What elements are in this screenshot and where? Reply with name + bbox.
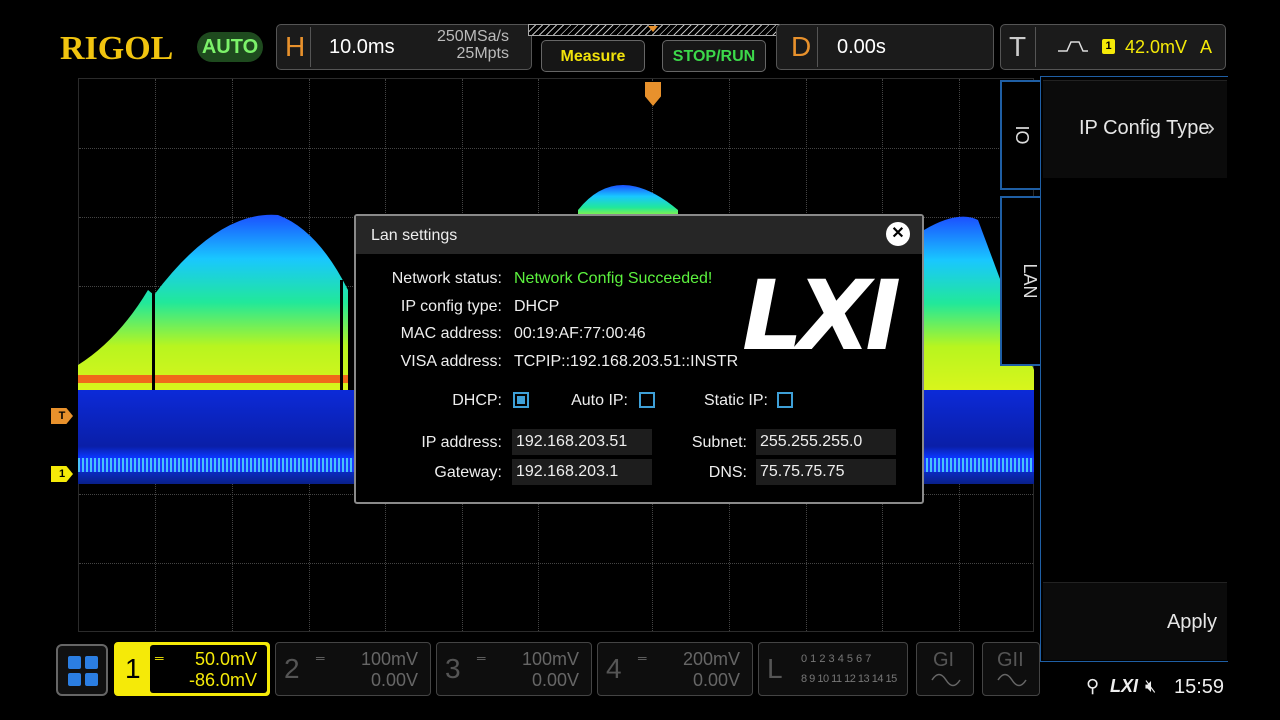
menu-ip-config-type-label: IP Config Type bbox=[1079, 117, 1210, 139]
lan-settings-dialog: Lan settings ✕ Network status: Network C… bbox=[354, 214, 924, 504]
dc-coupling-icon: ═ bbox=[155, 651, 164, 665]
channel-1-button[interactable]: 1 ═ 50.0mV -86.0mV bbox=[114, 642, 270, 696]
stop-run-button[interactable]: STOP/RUN bbox=[662, 40, 766, 72]
tab-io[interactable]: IO bbox=[1000, 80, 1040, 190]
generator-1-label: GI bbox=[933, 649, 955, 671]
dc-coupling-icon: ═ bbox=[477, 651, 486, 665]
usb-icon: ⚲ bbox=[1086, 676, 1100, 696]
mac-address-label: MAC address: bbox=[400, 325, 502, 342]
logic-label: L bbox=[767, 653, 783, 684]
ip-config-type-value: DHCP bbox=[514, 298, 560, 315]
rising-edge-icon bbox=[1058, 41, 1088, 52]
speaker-muted-icon[interactable]: 🔇︎ bbox=[1145, 676, 1156, 697]
lxi-logo: LXI bbox=[742, 260, 901, 372]
sine-wave-icon bbox=[997, 673, 1027, 687]
tab-lan[interactable]: LAN bbox=[1000, 196, 1040, 366]
static-ip-checkbox[interactable] bbox=[777, 392, 793, 408]
channel-1-scale: 50.0mV bbox=[194, 649, 257, 669]
delay-value: 0.00s bbox=[837, 36, 886, 58]
dhcp-checkbox[interactable] bbox=[513, 392, 529, 408]
channel-2-offset: 0.00V bbox=[370, 670, 418, 690]
generator-2-button[interactable]: GII bbox=[982, 642, 1040, 696]
logic-channels-row1: 0 1 2 3 4 5 6 7 bbox=[801, 653, 872, 665]
channel-2-button[interactable]: 2 ═ 100mV 0.00V bbox=[275, 642, 431, 696]
trigger-panel[interactable]: T 1 42.0mV A bbox=[1000, 24, 1226, 70]
auto-ip-checkbox[interactable] bbox=[639, 392, 655, 408]
trigger-level: 42.0mV bbox=[1125, 37, 1188, 57]
apps-grid-icon[interactable] bbox=[56, 644, 108, 696]
dc-coupling-icon: ═ bbox=[316, 651, 325, 665]
sample-rate: 250MSa/s bbox=[436, 28, 509, 45]
apply-label: Apply bbox=[1166, 611, 1217, 633]
dc-coupling-icon: ═ bbox=[638, 651, 647, 665]
delay-tag: D bbox=[791, 31, 812, 62]
channel-4-scale: 200mV bbox=[682, 649, 740, 669]
network-status-value: Network Config Succeeded! bbox=[514, 270, 713, 287]
visa-address-label: VISA address: bbox=[400, 353, 502, 370]
channel-3-scale: 100mV bbox=[521, 649, 579, 669]
channel-4-button[interactable]: 4 ═ 200mV 0.00V bbox=[597, 642, 753, 696]
channel-2-number: 2 bbox=[284, 653, 300, 684]
ip-config-type-label: IP config type: bbox=[400, 298, 502, 315]
channel-4-number: 4 bbox=[606, 653, 622, 684]
horizontal-panel[interactable]: H 10.0ms 250MSa/s 25Mpts bbox=[276, 24, 532, 70]
auto-button[interactable]: AUTO bbox=[197, 32, 263, 62]
apply-button[interactable]: Apply bbox=[1043, 582, 1227, 660]
channel1-offset-marker[interactable]: 1 bbox=[51, 466, 73, 482]
channel-1-offset: -86.0mV bbox=[188, 670, 257, 690]
mac-address-value: 00:19:AF:77:00:46 bbox=[514, 325, 646, 342]
generator-1-button[interactable]: GI bbox=[916, 642, 974, 696]
trigger-mode: A bbox=[1200, 37, 1213, 57]
trigger-level-marker[interactable]: T bbox=[51, 408, 73, 424]
close-icon[interactable]: ✕ bbox=[886, 222, 910, 246]
timebase-value: 10.0ms bbox=[329, 36, 395, 58]
lxi-status-icon: LXI bbox=[1110, 676, 1139, 696]
sine-wave-icon bbox=[931, 673, 961, 687]
measure-button[interactable]: Measure bbox=[541, 40, 645, 72]
chevron-right-icon: › bbox=[1207, 114, 1215, 141]
dhcp-label: DHCP: bbox=[452, 392, 502, 409]
channel-2-scale: 100mV bbox=[360, 649, 418, 669]
logic-analyzer-button[interactable]: L 0 1 2 3 4 5 6 7 8 9 10 11 12 13 14 15 bbox=[758, 642, 908, 696]
dns-label: DNS: bbox=[708, 464, 747, 481]
channel-3-number: 3 bbox=[445, 653, 461, 684]
channel-3-button[interactable]: 3 ═ 100mV 0.00V bbox=[436, 642, 592, 696]
ip-address-label: IP address: bbox=[421, 434, 502, 451]
network-status-label: Network status: bbox=[391, 270, 502, 287]
horizontal-tag: H bbox=[285, 31, 306, 62]
menu-ip-config-type[interactable]: IP Config Type › bbox=[1043, 80, 1227, 178]
channel-3-offset: 0.00V bbox=[531, 670, 579, 690]
generator-2-label: GII bbox=[997, 649, 1024, 671]
trigger-tag: T bbox=[1009, 31, 1027, 62]
channel-1-number: 1 bbox=[125, 653, 141, 684]
gateway-field[interactable]: 192.168.203.1 bbox=[512, 459, 652, 485]
subnet-label: Subnet: bbox=[691, 434, 747, 451]
subnet-field[interactable]: 255.255.255.0 bbox=[756, 429, 896, 455]
gateway-label: Gateway: bbox=[434, 464, 502, 481]
visa-address-value: TCPIP::192.168.203.51::INSTR bbox=[514, 353, 739, 370]
auto-ip-label: Auto IP: bbox=[571, 392, 628, 409]
dialog-title: Lan settings bbox=[356, 216, 922, 254]
static-ip-label: Static IP: bbox=[703, 392, 768, 409]
logic-channels-row2: 8 9 10 11 12 13 14 15 bbox=[801, 673, 897, 685]
dns-field[interactable]: 75.75.75.75 bbox=[756, 459, 896, 485]
rigol-logo: RIGOL bbox=[60, 30, 174, 67]
delay-panel[interactable]: D 0.00s bbox=[776, 24, 994, 70]
trigger-source-badge: 1 bbox=[1102, 39, 1115, 54]
memory-position-marker bbox=[648, 26, 658, 32]
ip-address-field[interactable]: 192.168.203.51 bbox=[512, 429, 652, 455]
channel-4-offset: 0.00V bbox=[692, 670, 740, 690]
clock-time: 15:59 bbox=[1174, 676, 1225, 698]
memory-depth: 25Mpts bbox=[456, 45, 509, 62]
